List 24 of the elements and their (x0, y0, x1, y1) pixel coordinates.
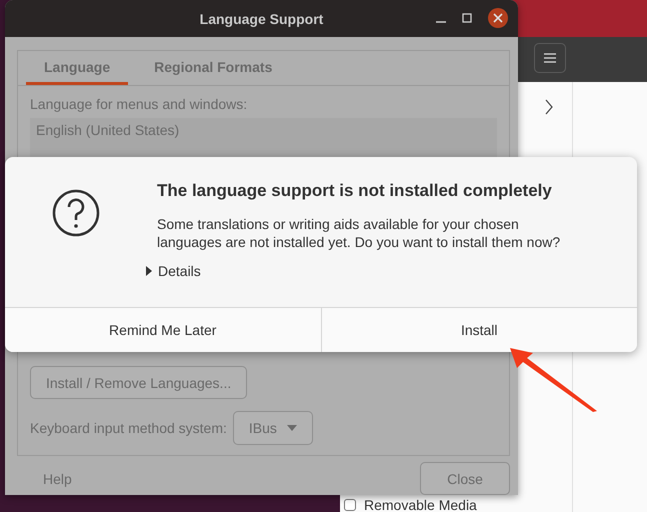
tab[interactable]: Regional Formats (136, 51, 290, 85)
dialog-message: Some translations or writing aids available for your chosen languages are not installed yet. Do you want to install them now? (157, 215, 562, 251)
menu-button[interactable] (534, 43, 566, 73)
dialog-title: The language support is not installed completely (157, 181, 553, 201)
close-button[interactable]: Close (420, 462, 510, 495)
chevron-right-icon[interactable] (545, 99, 553, 115)
keyboard-input-label: Keyboard input method system: (30, 420, 227, 436)
dialog-button[interactable]: Install (320, 308, 637, 352)
checkbox[interactable] (344, 499, 356, 511)
question-icon (52, 189, 100, 237)
close-icon[interactable] (488, 8, 508, 28)
details-expander[interactable]: Details (145, 263, 201, 279)
maximize-icon[interactable] (462, 13, 472, 23)
help-link[interactable]: Help (43, 470, 72, 486)
input-method-dropdown[interactable]: IBus (232, 411, 313, 445)
checkbox-label: Removable Media (364, 497, 477, 512)
language-item[interactable]: English (United States) (36, 122, 491, 138)
list-label: Language for menus and windows: (30, 96, 248, 112)
menu-icon (544, 53, 556, 63)
window-title: Language Support (200, 10, 324, 26)
tab[interactable]: Language (26, 51, 128, 85)
install-remove-button[interactable]: Install / Remove Languages... (30, 366, 248, 399)
dialog-button[interactable]: Remind Me Later (5, 308, 320, 352)
dropdown-caret-icon (286, 425, 297, 431)
